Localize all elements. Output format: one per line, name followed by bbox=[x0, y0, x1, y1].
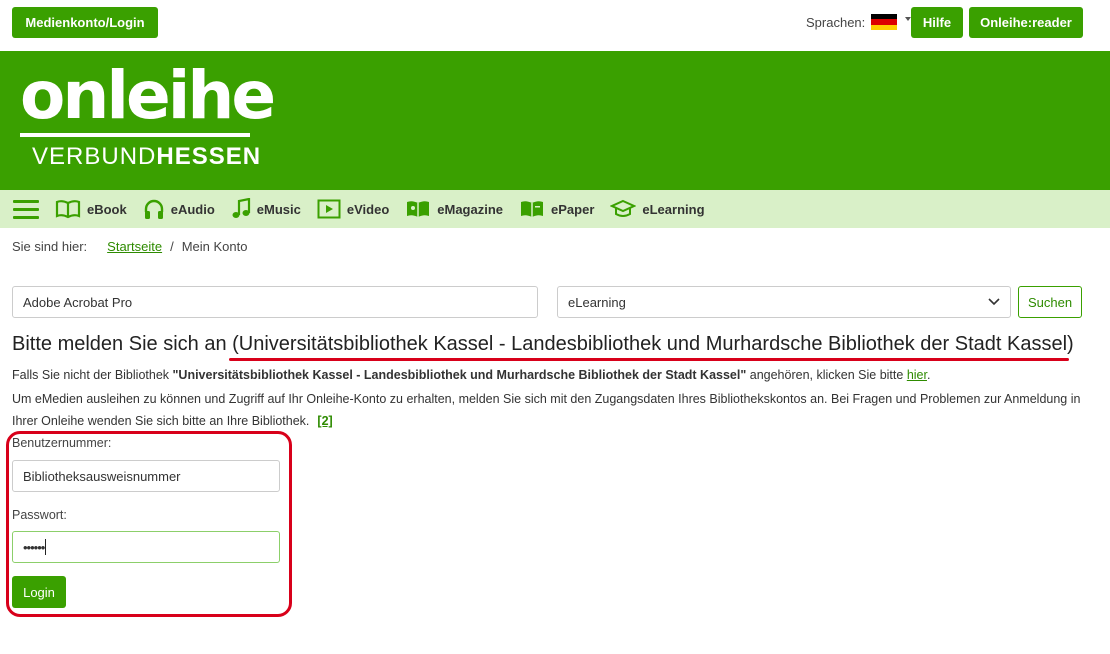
breadcrumb-current: Mein Konto bbox=[181, 239, 248, 254]
login-heading: Bitte melden Sie sich an (Universitätsbi… bbox=[12, 333, 1074, 355]
password-label: Passwort: bbox=[12, 508, 67, 522]
menu-icon[interactable] bbox=[13, 199, 39, 219]
logo-divider bbox=[20, 133, 250, 137]
play-icon bbox=[317, 199, 341, 219]
headphones-icon bbox=[144, 199, 163, 219]
breadcrumb-home-link[interactable]: Startseite bbox=[107, 239, 162, 254]
text-cursor bbox=[45, 539, 47, 555]
username-label: Benutzernummer: bbox=[12, 436, 112, 450]
highlight-underline bbox=[229, 358, 1069, 361]
paper-icon bbox=[521, 201, 544, 217]
search-input[interactable] bbox=[12, 286, 538, 318]
nav-item-emagazine[interactable]: eMagazine bbox=[405, 199, 503, 219]
logo-wordmark: onleihe bbox=[20, 57, 276, 134]
chevron-down-icon bbox=[988, 298, 1000, 306]
german-flag-icon[interactable] bbox=[871, 14, 898, 30]
login-info: Um eMedien ausleihen zu können und Zugri… bbox=[12, 392, 1081, 428]
book-icon bbox=[55, 200, 81, 219]
music-note-icon bbox=[232, 198, 250, 218]
username-field[interactable]: Bibliotheksausweisnummer bbox=[12, 460, 280, 492]
nav-item-elearning[interactable]: eLearning bbox=[610, 198, 705, 220]
breadcrumb: Sie sind hier: Startseite / Mein Konto bbox=[12, 239, 248, 254]
nav-item-emusic[interactable]: eMusic bbox=[231, 198, 301, 220]
change-library-link[interactable]: hier bbox=[907, 368, 927, 382]
reader-button[interactable]: Onleihe:reader bbox=[969, 7, 1083, 38]
account-login-button[interactable]: Medienkonto/Login bbox=[12, 7, 158, 38]
nav-item-epaper[interactable]: ePaper bbox=[519, 199, 594, 219]
category-select[interactable]: eLearning bbox=[557, 286, 1011, 318]
login-button[interactable]: Login bbox=[12, 576, 66, 608]
logo-subtitle: VERBUNDHESSEN bbox=[32, 143, 262, 170]
onleihe-logo[interactable]: onleihe VERBUNDHESSEN bbox=[20, 57, 276, 170]
language-selector[interactable]: Sprachen: bbox=[806, 14, 912, 30]
footnote-link[interactable]: [2] bbox=[317, 414, 332, 428]
graduation-cap-icon bbox=[610, 199, 637, 217]
search-button[interactable]: Suchen bbox=[1018, 286, 1082, 318]
media-nav: eBook eAudio eMusic eVideo eMagazine ePa… bbox=[0, 190, 1110, 228]
nav-item-eaudio[interactable]: eAudio bbox=[143, 198, 215, 220]
password-field[interactable]: •••••• bbox=[12, 531, 280, 563]
nav-item-ebook[interactable]: eBook bbox=[55, 199, 127, 219]
top-bar: Medienkonto/Login Sprachen: Hilfe Onleih… bbox=[0, 0, 1110, 51]
languages-label: Sprachen: bbox=[806, 14, 866, 30]
library-note: Falls Sie nicht der Bibliothek "Universi… bbox=[12, 368, 931, 382]
nav-item-evideo[interactable]: eVideo bbox=[317, 199, 389, 219]
help-button[interactable]: Hilfe bbox=[911, 7, 963, 38]
magazine-icon bbox=[407, 201, 430, 217]
